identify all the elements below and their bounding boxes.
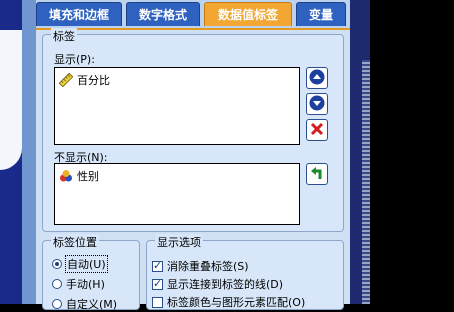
checkbox-match-color[interactable]: 标签颜色与图形元素匹配(O) bbox=[152, 294, 305, 310]
red-x-icon bbox=[310, 122, 324, 139]
radio-manual-label: 手动(H) bbox=[66, 278, 105, 291]
properties-dialog: 填充和边框 数字格式 数据值标签 变量 标签 显示(P): 百分比 不显示(N)… bbox=[36, 0, 350, 311]
display-options-title: 显示选项 bbox=[155, 234, 203, 250]
radio-manual[interactable]: 手动(H) bbox=[52, 276, 105, 292]
checkbox-remove-overlap-label: 消除重叠标签(S) bbox=[167, 260, 249, 273]
list-item[interactable]: 性别 bbox=[59, 168, 99, 184]
list-item[interactable]: 百分比 bbox=[58, 72, 110, 88]
checkbox[interactable] bbox=[152, 277, 163, 290]
move-down-icon bbox=[309, 95, 325, 114]
checkbox-show-lines[interactable]: 显示连接到标签的线(D) bbox=[152, 276, 283, 292]
window-frame bbox=[22, 0, 36, 304]
move-back-button[interactable] bbox=[306, 163, 328, 185]
tab-number-format[interactable]: 数字格式 bbox=[126, 2, 200, 26]
checkbox[interactable] bbox=[152, 296, 163, 308]
checkbox-match-color-label: 标签颜色与图形元素匹配(O) bbox=[167, 296, 306, 309]
background-scrollbar bbox=[362, 60, 370, 304]
checkbox[interactable] bbox=[152, 259, 163, 272]
radio-button[interactable] bbox=[52, 279, 62, 289]
list-item-label: 百分比 bbox=[77, 74, 110, 87]
tab-bar: 填充和边框 数字格式 数据值标签 变量 bbox=[36, 0, 350, 30]
remove-button[interactable] bbox=[306, 119, 328, 141]
nominal-variable-icon bbox=[59, 169, 73, 183]
displayed-listbox[interactable]: 百分比 bbox=[54, 67, 300, 145]
background-chart-area bbox=[0, 30, 22, 170]
checkbox-remove-overlap[interactable]: 消除重叠标签(S) bbox=[152, 258, 249, 274]
move-up-button[interactable] bbox=[306, 67, 328, 89]
tab-fill-border[interactable]: 填充和边框 bbox=[36, 2, 122, 26]
list-item-label: 性别 bbox=[77, 170, 99, 183]
radio-button[interactable] bbox=[52, 299, 62, 309]
checkbox-show-lines-label: 显示连接到标签的线(D) bbox=[167, 278, 284, 291]
radio-auto-label: 自动(U) bbox=[65, 255, 108, 273]
radio-custom[interactable]: 自定义(M) bbox=[52, 296, 117, 312]
displayed-label: 显示(P): bbox=[54, 53, 95, 66]
radio-button[interactable] bbox=[52, 259, 62, 269]
ruler-icon bbox=[58, 72, 74, 88]
label-position-title: 标签位置 bbox=[51, 234, 99, 250]
move-up-icon bbox=[309, 69, 325, 88]
labels-group-title: 标签 bbox=[51, 28, 77, 44]
not-displayed-listbox[interactable]: 性别 bbox=[54, 163, 300, 225]
return-arrow-icon bbox=[309, 165, 325, 184]
tab-variables[interactable]: 变量 bbox=[296, 2, 346, 26]
tab-data-value-labels[interactable]: 数据值标签 bbox=[204, 2, 292, 26]
radio-auto[interactable]: 自动(U) bbox=[52, 255, 108, 273]
radio-custom-label: 自定义(M) bbox=[66, 298, 118, 311]
move-down-button[interactable] bbox=[306, 93, 328, 115]
